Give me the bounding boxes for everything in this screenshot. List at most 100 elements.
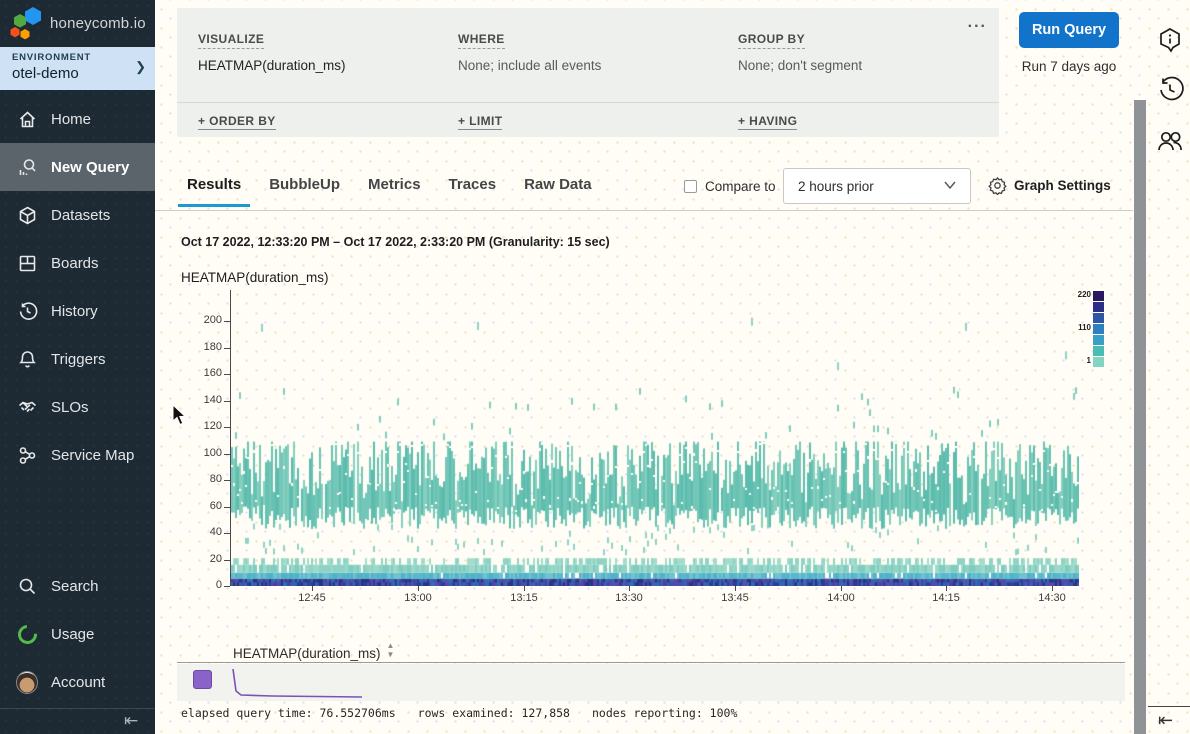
y-tick-label: 180 xyxy=(182,341,222,353)
environment-switcher[interactable]: ENVIRONMENT otel-demo ❯ xyxy=(0,47,155,90)
add-order-by-button[interactable]: + ORDER BY xyxy=(198,114,276,130)
legend-color-swatch xyxy=(1093,346,1104,356)
y-tick-mark xyxy=(224,374,230,375)
group-by-label[interactable]: GROUP BY xyxy=(738,32,805,49)
graph-settings-button[interactable]: Graph Settings xyxy=(988,176,1111,195)
history-icon xyxy=(16,300,38,322)
y-tick-label: 80 xyxy=(182,473,222,485)
query-builder-row1: VISUALIZE HEATMAP(duration_ms) WHERE Non… xyxy=(177,8,999,103)
last-run-text: Run 7 days ago xyxy=(1014,59,1124,74)
x-tick-label: 13:00 xyxy=(396,592,440,604)
where-value[interactable]: None; include all events xyxy=(458,58,601,73)
sidebar-item-datasets[interactable]: Datasets xyxy=(0,191,155,239)
y-tick-mark xyxy=(224,454,230,455)
tab-bubbleup[interactable]: BubbleUp xyxy=(269,176,340,207)
right-rail-collapse-icon[interactable]: ⇤ xyxy=(1158,710,1173,731)
add-having-button[interactable]: + HAVING xyxy=(738,114,797,130)
query-info-button[interactable] xyxy=(1156,26,1184,54)
sidebar: honeycomb.io ENVIRONMENT otel-demo ❯ Hom… xyxy=(0,0,155,734)
sidebar-item-label: Search xyxy=(51,578,99,595)
x-tick-label: 14:30 xyxy=(1030,592,1074,604)
x-tick-mark xyxy=(524,586,525,591)
query-time-range: Oct 17 2022, 12:33:20 PM – Oct 17 2022, … xyxy=(181,235,610,249)
x-tick-mark xyxy=(841,586,842,591)
right-rail: ⇤ xyxy=(1148,0,1190,734)
query-history-button[interactable] xyxy=(1156,76,1184,104)
vertical-scrollbar[interactable] xyxy=(1134,100,1146,734)
sidebar-item-history[interactable]: History xyxy=(0,287,155,335)
sidebar-item-label: New Query xyxy=(51,159,129,176)
right-rail-divider xyxy=(1148,706,1190,707)
avatar xyxy=(16,671,38,694)
x-tick-mark xyxy=(629,586,630,591)
legend-color-swatch xyxy=(1093,335,1104,345)
visualize-value[interactable]: HEATMAP(duration_ms) xyxy=(198,58,346,73)
sidebar-item-new-query[interactable]: New Query xyxy=(0,143,155,191)
tab-traces[interactable]: Traces xyxy=(449,176,497,207)
x-tick-label: 14:00 xyxy=(819,592,863,604)
sidebar-item-label: Boards xyxy=(51,255,99,272)
team-activity-button[interactable] xyxy=(1156,126,1184,154)
where-label[interactable]: WHERE xyxy=(458,32,505,49)
add-limit-button[interactable]: + LIMIT xyxy=(458,114,502,130)
x-tick-mark xyxy=(418,586,419,591)
y-tick-mark xyxy=(224,348,230,349)
sort-arrows-icon[interactable]: ▲▼ xyxy=(387,641,395,659)
sidebar-collapse-icon[interactable]: ⇤ xyxy=(124,711,138,731)
y-tick-mark xyxy=(224,427,230,428)
visualize-clause[interactable]: VISUALIZE HEATMAP(duration_ms) xyxy=(198,30,346,73)
boards-icon xyxy=(16,252,38,274)
service-map-icon xyxy=(16,444,38,466)
tab-results[interactable]: Results xyxy=(187,176,241,207)
sidebar-item-usage[interactable]: Usage xyxy=(0,610,155,658)
chevron-down-icon xyxy=(944,181,956,189)
home-icon xyxy=(16,108,38,130)
sidebar-item-search[interactable]: Search xyxy=(0,562,155,610)
legend-label: 110 xyxy=(1078,323,1091,332)
info-hexagon-icon xyxy=(1156,26,1184,54)
compare-to-checkbox[interactable] xyxy=(684,180,697,193)
y-tick-label: 200 xyxy=(182,314,222,326)
visualize-label[interactable]: VISUALIZE xyxy=(198,32,264,49)
summary-column-header[interactable]: HEATMAP(duration_ms)▲▼ xyxy=(233,641,394,661)
sidebar-item-home[interactable]: Home xyxy=(0,95,155,143)
sidebar-item-boards[interactable]: Boards xyxy=(0,239,155,287)
compare-period-dropdown[interactable]: 2 hours prior xyxy=(783,168,971,204)
y-tick-label: 20 xyxy=(182,553,222,565)
run-query-button[interactable]: Run Query xyxy=(1019,12,1119,48)
honeycomb-app: honeycomb.io ENVIRONMENT otel-demo ❯ Hom… xyxy=(0,0,1190,734)
heatmap-canvas[interactable] xyxy=(231,290,1079,586)
history-clock-icon xyxy=(1156,76,1184,104)
sidebar-item-label: Usage xyxy=(51,626,94,643)
environment-label: ENVIRONMENT xyxy=(12,52,143,63)
y-tick-mark xyxy=(224,401,230,402)
heatmap-plot-area[interactable] xyxy=(230,290,1078,586)
summary-row[interactable] xyxy=(177,664,1125,701)
y-tick-label: 60 xyxy=(182,500,222,512)
sidebar-item-triggers[interactable]: Triggers xyxy=(0,335,155,383)
query-status-bar: elapsed query time: 76.552706msrows exam… xyxy=(181,706,737,720)
where-clause[interactable]: WHERE None; include all events xyxy=(458,30,601,73)
honeycomb-logo[interactable]: honeycomb.io xyxy=(0,0,155,47)
y-tick-mark xyxy=(224,480,230,481)
group-by-clause[interactable]: GROUP BY None; don't segment xyxy=(738,30,862,73)
legend-color-swatch xyxy=(1093,324,1104,334)
triggers-bell-icon xyxy=(16,348,38,370)
x-tick-label: 13:45 xyxy=(713,592,757,604)
y-tick-label: 0 xyxy=(182,579,222,591)
sidebar-item-service-map[interactable]: Service Map xyxy=(0,431,155,479)
tab-metrics[interactable]: Metrics xyxy=(368,176,421,207)
group-by-value[interactable]: None; don't segment xyxy=(738,58,862,73)
sidebar-item-label: Account xyxy=(51,674,105,691)
sidebar-item-account[interactable]: Account xyxy=(0,658,155,706)
x-tick-label: 13:30 xyxy=(607,592,651,604)
sidebar-item-label: SLOs xyxy=(51,399,89,416)
series-color-swatch[interactable] xyxy=(193,670,212,689)
graph-settings-label: Graph Settings xyxy=(1014,178,1111,193)
query-more-options-button[interactable]: ... xyxy=(968,18,987,28)
y-tick-mark xyxy=(224,507,230,508)
sidebar-divider xyxy=(0,708,155,709)
sidebar-item-slos[interactable]: SLOs xyxy=(0,383,155,431)
tab-raw-data[interactable]: Raw Data xyxy=(524,176,592,207)
usage-ring-icon xyxy=(14,621,41,648)
